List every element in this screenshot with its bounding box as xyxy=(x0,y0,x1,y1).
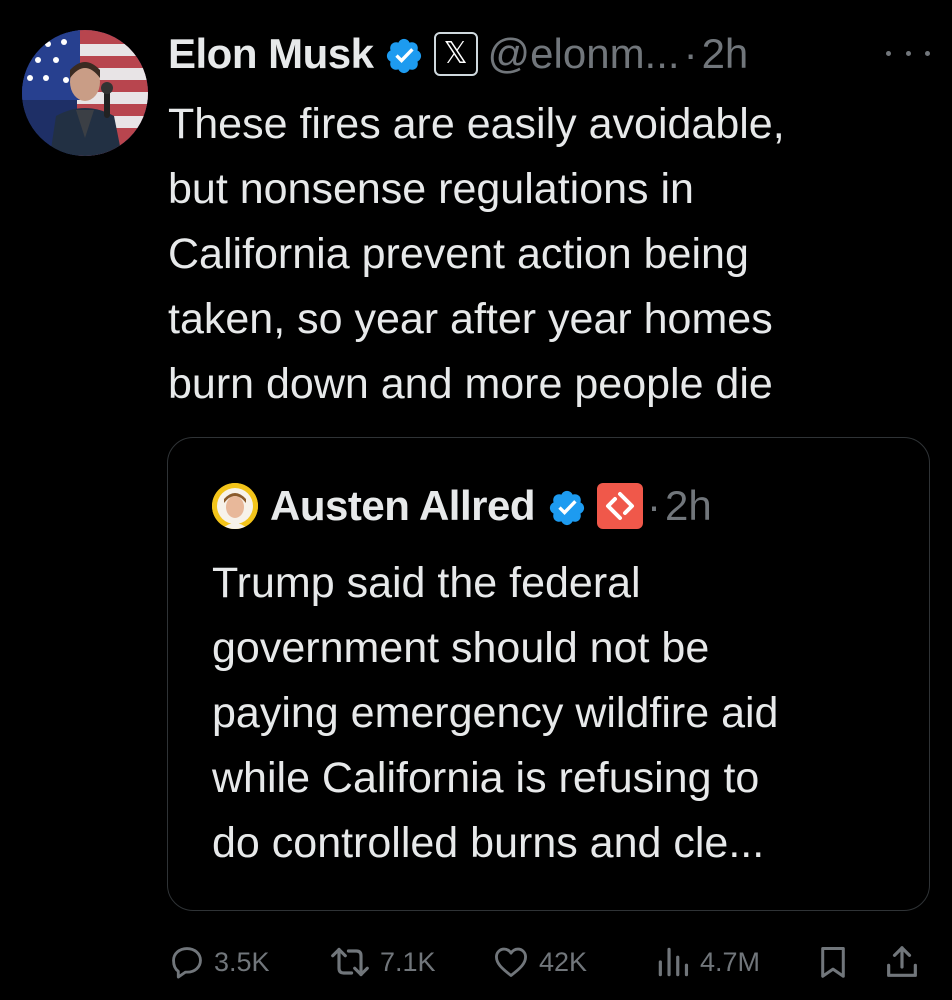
reply-icon xyxy=(172,947,202,979)
quoted-text-line: Trump said the federal xyxy=(212,559,641,607)
repost-button[interactable]: 7.1K xyxy=(328,938,436,986)
verified-badge-icon[interactable] xyxy=(384,34,424,74)
separator-dot: · xyxy=(683,30,698,77)
views-button[interactable]: 4.7M xyxy=(654,938,760,986)
more-icon[interactable] xyxy=(886,38,930,68)
tweet-text-line: These fires are easily avoidable, xyxy=(168,100,785,148)
repost-icon xyxy=(331,947,369,977)
tweet-action-bar: 3.5K 7.1K 42K 4.7M xyxy=(168,938,932,986)
author-name[interactable]: Elon Musk xyxy=(168,26,374,82)
quoted-tweet-header: Austen Allred · 2h xyxy=(212,478,712,534)
tweet-text-line: taken, so year after year homes xyxy=(168,295,773,343)
like-icon xyxy=(495,947,527,977)
separator-dot: · xyxy=(646,482,661,529)
like-button[interactable]: 42K xyxy=(491,938,587,986)
tweet-text-line: California prevent action being xyxy=(168,230,749,278)
share-icon xyxy=(887,946,917,977)
reply-button[interactable]: 3.5K xyxy=(168,938,270,986)
x-logo-icon[interactable]: 𝕏 xyxy=(433,32,478,76)
quoted-text-line: paying emergency wildfire aid xyxy=(212,689,779,737)
quoted-text-line: government should not be xyxy=(212,624,710,672)
affiliation-logo-icon[interactable] xyxy=(596,483,643,529)
bookmark-button[interactable] xyxy=(814,938,852,986)
quoted-author-name[interactable]: Austen Allred xyxy=(270,478,535,534)
views-icon xyxy=(658,947,689,977)
author-avatar[interactable] xyxy=(22,30,148,156)
verified-badge-icon[interactable] xyxy=(547,486,587,526)
bookmark-icon xyxy=(821,947,845,978)
quoted-text-line: do controlled burns and cle... xyxy=(212,819,765,867)
tweet-text: These fires are easily avoidable, but no… xyxy=(168,92,928,417)
quoted-author-avatar[interactable] xyxy=(212,483,258,529)
views-count: 4.7M xyxy=(700,946,761,977)
reply-count: 3.5K xyxy=(214,946,270,977)
share-button[interactable] xyxy=(882,938,922,986)
tweet-timestamp[interactable]: 2h xyxy=(702,26,749,82)
tweet-header: Elon Musk 𝕏 @elonm... · 2h xyxy=(168,26,748,82)
quoted-tweet-text: Trump said the federal government should… xyxy=(212,551,912,876)
author-handle[interactable]: @elonm... xyxy=(488,26,680,82)
quoted-tweet-card[interactable]: Austen Allred · 2h Trump said the federa… xyxy=(167,437,930,911)
quoted-tweet-timestamp[interactable]: 2h xyxy=(665,478,712,534)
repost-count: 7.1K xyxy=(380,946,436,977)
like-count: 42K xyxy=(539,946,588,977)
quoted-text-line: while California is refusing to xyxy=(212,754,760,802)
tweet-text-line: burn down and more people die xyxy=(168,360,773,408)
tweet-text-line: but nonsense regulations in xyxy=(168,165,694,213)
